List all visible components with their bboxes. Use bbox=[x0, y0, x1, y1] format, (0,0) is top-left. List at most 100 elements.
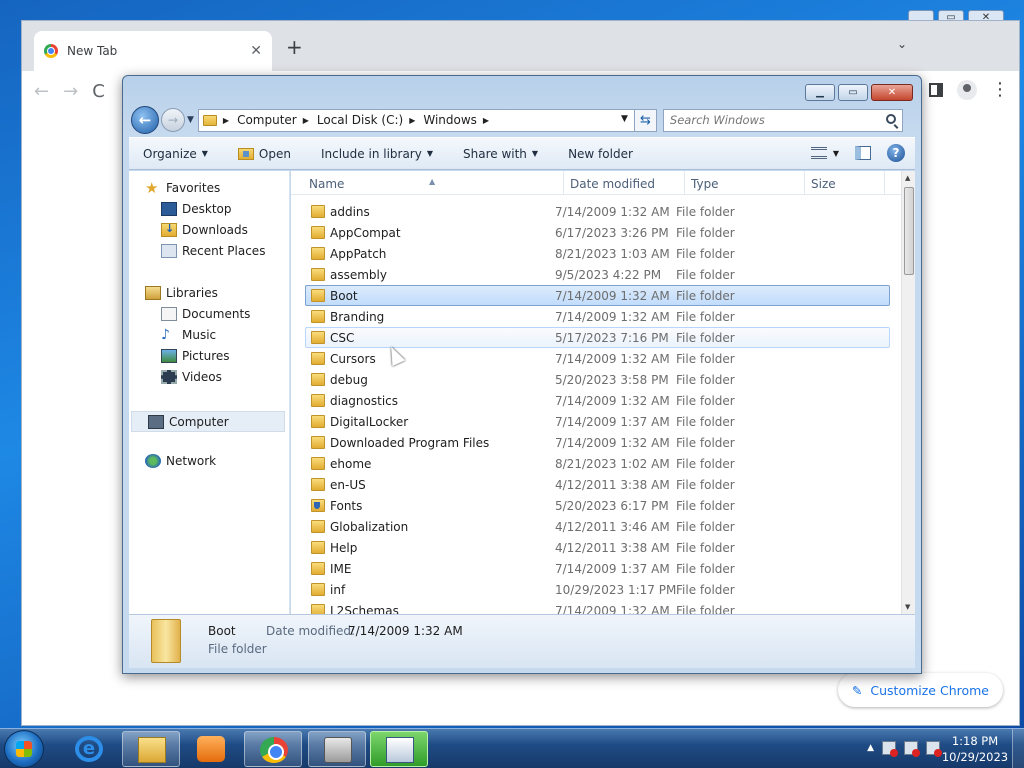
scroll-down-arrow-icon[interactable]: ▼ bbox=[905, 603, 910, 611]
chrome-tab-new-tab[interactable]: New Tab ✕ bbox=[34, 31, 272, 71]
table-row[interactable]: Help 4/12/2011 3:38 AM File folder bbox=[305, 537, 890, 558]
refresh-icon[interactable]: ⇆ bbox=[634, 108, 657, 132]
nav-computer[interactable]: Computer bbox=[131, 411, 285, 432]
nav-desktop[interactable]: Desktop bbox=[161, 202, 232, 216]
nav-recent-places[interactable]: Recent Places bbox=[161, 244, 265, 258]
table-row[interactable]: en-US 4/12/2011 3:38 AM File folder bbox=[305, 474, 890, 495]
vertical-scrollbar[interactable]: ▲ ▼ bbox=[901, 171, 915, 614]
breadcrumb-separator-icon[interactable]: ▶ bbox=[223, 116, 229, 125]
action-center-flag-icon[interactable] bbox=[882, 741, 898, 757]
network-status-icon[interactable] bbox=[904, 741, 920, 757]
nav-favorites[interactable]: ★ Favorites bbox=[145, 181, 220, 196]
address-row: ← → ▼ ▶ Computer ▶ Local Disk (C:) ▶ Win… bbox=[131, 106, 913, 134]
breadcrumb-separator-icon[interactable]: ▶ bbox=[303, 116, 309, 125]
table-row[interactable]: AppCompat 6/17/2023 3:26 PM File folder bbox=[305, 222, 890, 243]
table-row[interactable]: Fonts 5/20/2023 6:17 PM File folder bbox=[305, 495, 890, 516]
explorer-minimize-button[interactable]: ▁ bbox=[805, 84, 835, 101]
open-button[interactable]: Open bbox=[237, 147, 291, 161]
scrollbar-thumb[interactable] bbox=[904, 187, 914, 275]
address-bar[interactable]: ▶ Computer ▶ Local Disk (C:) ▶ Windows ▶… bbox=[197, 108, 635, 132]
explorer-close-button[interactable]: ✕ bbox=[871, 84, 913, 101]
table-row[interactable]: Branding 7/14/2009 1:32 AM File folder bbox=[305, 306, 890, 327]
taskbar-media-player[interactable] bbox=[182, 731, 240, 767]
side-panel-icon[interactable] bbox=[929, 82, 943, 97]
chrome-back-button[interactable]: ← bbox=[34, 81, 49, 102]
help-icon[interactable]: ? bbox=[887, 144, 905, 162]
nav-network[interactable]: Network bbox=[145, 454, 216, 468]
close-tab-icon[interactable]: ✕ bbox=[250, 43, 262, 59]
table-row[interactable]: inf 10/29/2023 1:17 PM File folder bbox=[305, 579, 890, 600]
details-item-type: File folder bbox=[208, 642, 267, 656]
taskbar-internet-explorer[interactable]: e bbox=[60, 731, 118, 767]
breadcrumb-windows[interactable]: Windows bbox=[423, 113, 477, 127]
include-in-library-button[interactable]: Include in library ▼ bbox=[321, 147, 433, 161]
new-folder-button[interactable]: New folder bbox=[568, 147, 633, 161]
taskbar-printer[interactable] bbox=[308, 731, 366, 767]
explorer-forward-button[interactable]: → bbox=[161, 108, 185, 132]
preview-pane-icon[interactable] bbox=[855, 146, 871, 160]
taskbar-remote-desktop[interactable] bbox=[370, 731, 428, 767]
file-type: File folder bbox=[676, 583, 735, 597]
table-row[interactable]: addins 7/14/2009 1:32 AM File folder bbox=[305, 201, 890, 222]
nav-libraries[interactable]: Libraries bbox=[145, 286, 218, 300]
details-pane: Boot Date modified: 7/14/2009 1:32 AM Fi… bbox=[129, 614, 915, 668]
explorer-maximize-button[interactable]: ▭ bbox=[838, 84, 868, 101]
chrome-menu-kebab-icon[interactable]: ⋮ bbox=[991, 79, 1009, 100]
nav-downloads[interactable]: Downloads bbox=[161, 222, 248, 237]
taskbar-windows-explorer[interactable] bbox=[122, 731, 180, 767]
column-divider[interactable] bbox=[884, 171, 885, 195]
table-row[interactable]: DigitalLocker 7/14/2009 1:37 AM File folde… bbox=[305, 411, 890, 432]
breadcrumb-separator-icon[interactable]: ▶ bbox=[483, 116, 489, 125]
show-hidden-icons-icon[interactable]: ▲ bbox=[867, 743, 874, 753]
recent-pages-chevron-icon[interactable]: ▼ bbox=[187, 115, 194, 125]
file-date-modified: 7/14/2009 1:32 AM bbox=[555, 310, 670, 324]
column-divider[interactable] bbox=[684, 171, 685, 195]
table-row[interactable]: IME 7/14/2009 1:37 AM File folder bbox=[305, 558, 890, 579]
volume-muted-icon[interactable] bbox=[926, 741, 942, 757]
column-header-date-modified[interactable]: Date modified bbox=[570, 177, 655, 191]
change-view-icon[interactable] bbox=[810, 147, 827, 159]
tab-search-chevron-icon[interactable]: ⌄ bbox=[897, 37, 907, 51]
views-chevron-down-icon[interactable]: ▼ bbox=[833, 149, 839, 158]
table-row[interactable]: L2Schemas 7/14/2009 1:32 AM File folder bbox=[305, 600, 890, 614]
search-icon[interactable] bbox=[885, 113, 896, 124]
share-with-button[interactable]: Share with ▼ bbox=[463, 147, 538, 161]
organize-button[interactable]: Organize ▼ bbox=[143, 147, 208, 161]
navigation-pane: ★ Favorites Desktop Downloads Recent Pla… bbox=[129, 171, 290, 614]
clock[interactable]: 1:18 PM 10/29/2023 bbox=[940, 733, 1010, 765]
chrome-reload-button[interactable]: C bbox=[92, 81, 105, 102]
nav-documents[interactable]: Documents bbox=[161, 307, 250, 321]
new-tab-button[interactable]: + bbox=[286, 35, 303, 59]
address-dropdown-chevron-icon[interactable]: ▼ bbox=[621, 114, 628, 124]
search-input[interactable] bbox=[669, 113, 870, 127]
nav-music[interactable]: ♪ Music bbox=[161, 328, 216, 342]
breadcrumb-separator-icon[interactable]: ▶ bbox=[409, 116, 415, 125]
start-button[interactable] bbox=[4, 730, 44, 768]
nav-videos[interactable]: Videos bbox=[161, 370, 222, 384]
table-row[interactable]: debug 5/20/2023 3:58 PM File folder bbox=[305, 369, 890, 390]
table-row[interactable]: ehome 8/21/2023 1:02 AM File folder bbox=[305, 453, 890, 474]
explorer-back-button[interactable]: ← bbox=[131, 106, 159, 134]
column-header-name[interactable]: Name bbox=[309, 177, 344, 191]
folder-icon bbox=[202, 114, 217, 126]
table-row[interactable]: diagnostics 7/14/2009 1:32 AM File folder bbox=[305, 390, 890, 411]
taskbar-chrome[interactable] bbox=[244, 731, 302, 767]
nav-pictures[interactable]: Pictures bbox=[161, 349, 230, 363]
customize-chrome-button[interactable]: ✎ Customize Chrome bbox=[837, 673, 1003, 707]
breadcrumb-computer[interactable]: Computer bbox=[237, 113, 297, 127]
scroll-up-arrow-icon[interactable]: ▲ bbox=[905, 174, 910, 182]
breadcrumb-local-disk[interactable]: Local Disk (C:) bbox=[317, 113, 403, 127]
table-row[interactable]: AppPatch 8/21/2023 1:03 AM File folder bbox=[305, 243, 890, 264]
column-divider[interactable] bbox=[804, 171, 805, 195]
table-row[interactable]: Downloaded Program Files 7/14/2009 1:32 A… bbox=[305, 432, 890, 453]
table-row[interactable]: Boot 7/14/2009 1:32 AM File folder bbox=[305, 285, 890, 306]
file-type: File folder bbox=[676, 247, 735, 261]
column-header-size[interactable]: Size bbox=[811, 177, 836, 191]
column-divider[interactable] bbox=[563, 171, 564, 195]
table-row[interactable]: assembly 9/5/2023 4:22 PM File folder bbox=[305, 264, 890, 285]
show-desktop-button[interactable] bbox=[1012, 729, 1024, 768]
column-header-type[interactable]: Type bbox=[691, 177, 719, 191]
profile-avatar-icon[interactable] bbox=[957, 79, 977, 100]
chrome-forward-button[interactable]: → bbox=[63, 81, 78, 102]
table-row[interactable]: Globalization 4/12/2011 3:46 AM File folde… bbox=[305, 516, 890, 537]
